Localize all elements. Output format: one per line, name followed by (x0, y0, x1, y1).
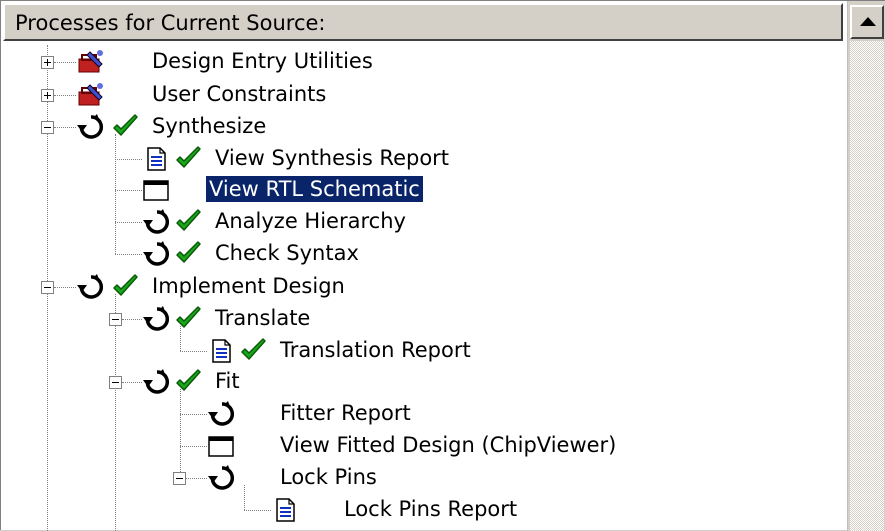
check-icon (174, 208, 204, 240)
tree-connector-line (180, 351, 207, 352)
tree-connector-line (115, 190, 142, 191)
tree-item-label[interactable]: Implement Design (149, 273, 348, 299)
up-arrow-icon (860, 17, 876, 26)
check-icon (174, 305, 204, 337)
tree-item-label[interactable]: View Fitted Design (ChipViewer) (277, 432, 619, 458)
tree-item-label[interactable]: Check Syntax (212, 240, 362, 266)
run-process-icon (142, 208, 172, 240)
check-icon (111, 273, 141, 305)
tools-icon (76, 81, 106, 113)
tree-connector-line (54, 287, 76, 288)
report-icon (207, 337, 237, 369)
processes-panel: Processes for Current Source: Design Ent… (0, 0, 885, 531)
check-icon (174, 145, 204, 177)
tree-connector-line (115, 294, 116, 531)
check-icon (111, 113, 141, 145)
check-icon (174, 368, 204, 400)
vertical-scrollbar[interactable] (847, 1, 885, 531)
check-icon (174, 240, 204, 272)
run-process-icon (142, 368, 172, 400)
run-process-icon (142, 305, 172, 337)
run-process-icon (142, 240, 172, 272)
run-process-icon (207, 464, 237, 496)
check-icon (239, 337, 269, 369)
tree-item-label[interactable]: Fit (212, 368, 243, 394)
scroll-up-button[interactable] (850, 5, 884, 39)
tree-connector-line (244, 485, 245, 510)
report-icon (271, 496, 301, 528)
collapse-icon[interactable] (41, 281, 54, 294)
tree-connector-line (244, 510, 271, 511)
tree-item-label[interactable]: Analyze Hierarchy (212, 208, 409, 234)
tree-item-label[interactable]: Synthesize (149, 113, 269, 139)
run-process-icon (76, 113, 106, 145)
tree-connector-line (180, 389, 181, 478)
expand-icon[interactable] (41, 89, 54, 102)
tree-item-label[interactable]: User Constraints (149, 81, 329, 107)
tree-connector-line (122, 382, 142, 383)
tree-item-label[interactable]: Lock Pins (277, 464, 380, 490)
tree-item-label[interactable]: Fitter Report (277, 400, 414, 426)
run-process-icon (207, 400, 237, 432)
tree-connector-line (54, 62, 76, 63)
collapse-icon[interactable] (173, 472, 186, 485)
window-icon (142, 176, 172, 208)
window-icon (207, 432, 237, 464)
tree-item-label[interactable]: Translate (212, 305, 313, 331)
tree-item-label[interactable]: View RTL Schematic (205, 175, 424, 203)
process-tree: Design Entry Utilities User Constraints … (1, 1, 847, 531)
collapse-icon[interactable] (41, 121, 54, 134)
collapse-icon[interactable] (109, 313, 122, 326)
tree-connector-line (115, 134, 116, 254)
tree-connector-line (122, 319, 142, 320)
tree-item-label[interactable]: View Synthesis Report (212, 145, 452, 171)
expand-icon[interactable] (41, 56, 54, 69)
scroll-track[interactable] (850, 41, 884, 531)
tree-connector-line (186, 478, 207, 479)
tree-item-label[interactable]: Lock Pins Report (341, 496, 520, 522)
tree-connector-line (115, 159, 142, 160)
tools-icon (76, 48, 106, 80)
tree-item-label[interactable]: Translation Report (277, 337, 474, 363)
tree-connector-line (54, 127, 76, 128)
tree-connector-line (115, 254, 142, 255)
tree-item-label[interactable]: Design Entry Utilities (149, 48, 376, 74)
tree-connector-line (180, 446, 207, 447)
report-icon (142, 145, 172, 177)
run-process-icon (76, 273, 106, 305)
collapse-icon[interactable] (109, 376, 122, 389)
tree-connector-line (115, 222, 142, 223)
tree-connector-line (180, 414, 207, 415)
tree-connector-line (54, 95, 76, 96)
